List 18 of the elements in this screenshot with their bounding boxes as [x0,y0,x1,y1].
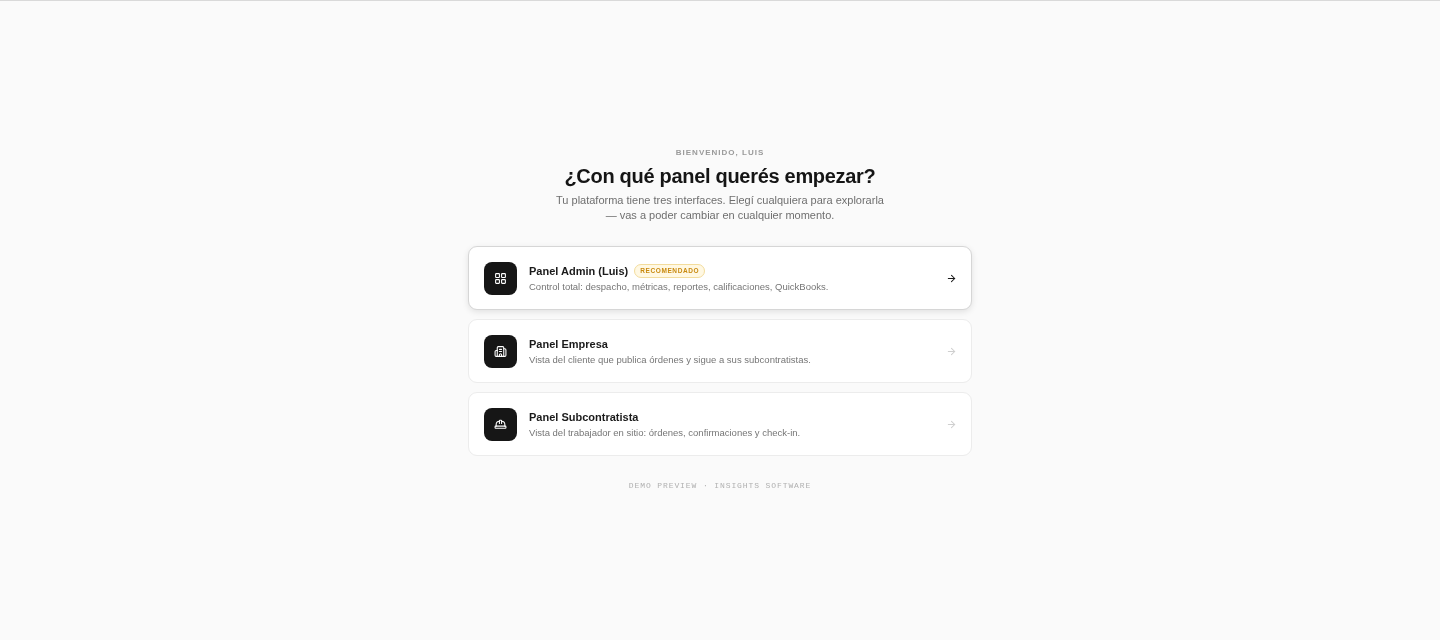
welcome-label: BIENVENIDO, LUIS [675,148,765,158]
panel-title: Panel Empresa [529,336,608,351]
panel-description: Vista del trabajador en sitio: órdenes, confirmaciones y check-in. [529,426,801,439]
footer-text: DEMO PREVIEW · INSIGHTS SOFTWARE [628,481,812,491]
arrow-right-icon [946,418,957,430]
panel-description: Control total: despacho, métricas, reportes, calificaciones, QuickBooks. [529,280,829,293]
panel-title: Panel Subcontratista [529,409,639,424]
panel-card[interactable]: Panel Subcontratista Vista del trabajador en sitio: órdenes, confirmaciones y check-in. [468,392,972,456]
hard-hat-icon [484,407,517,441]
arrow-right-icon [946,272,957,284]
panel-card[interactable]: Panel Empresa Vista del cliente que publica órdenes y sigue a sus subcontratistas. [468,319,972,383]
page-subtitle: Tu plataforma tiene tres interfaces. Elegí cualquiera para explorarla — vas a poder cambiar en cualquier momento. [555,193,885,223]
page-title: ¿Con qué panel querés empezar? [564,164,876,188]
arrow-right-icon [946,345,957,357]
building-icon [484,334,517,368]
grid-icon [484,261,517,295]
panel-title: Panel Admin (Luis) [529,263,629,278]
panel-description: Vista del cliente que publica órdenes y sigue a sus subcontratistas. [529,353,811,366]
